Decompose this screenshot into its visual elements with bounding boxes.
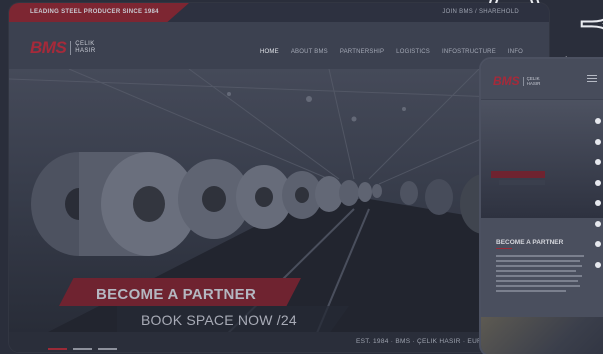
mockup-stage: 03 LEADING STEEL PRODUCER SINCE 1984 JOI…	[0, 0, 603, 354]
logo-mark: BMS	[30, 38, 67, 57]
mobile-section-title: BECOME A PARTNER	[496, 239, 564, 246]
nav-item-logistics[interactable]: LOGISTICS	[396, 49, 430, 55]
mobile-logo[interactable]: BMS ÇELIK HASIR	[493, 74, 540, 88]
pagination-dot[interactable]	[595, 220, 601, 227]
nav-item-home[interactable]: HOME	[260, 49, 279, 55]
desktop-mockup: LEADING STEEL PRODUCER SINCE 1984 JOIN B…	[9, 3, 549, 352]
pagination-dot[interactable]	[595, 200, 601, 206]
nav-item-about[interactable]: ABOUT BMS	[291, 49, 328, 55]
pagination-dot[interactable]	[595, 261, 601, 268]
hero-section: BECOME A PARTNER BOOK SPACE NOW /24	[9, 69, 549, 352]
main-nav: HOME ABOUT BMS PARTNERSHIP LOGISTICS INF…	[260, 49, 523, 55]
pagination-dot[interactable]	[595, 241, 601, 247]
logo-divider	[70, 41, 72, 55]
logo-sub-2: HASIR	[75, 48, 96, 54]
nav-item-partnership[interactable]: PARTNERSHIP	[340, 49, 384, 55]
mobile-logo-mark: BMS	[493, 74, 520, 88]
site-logo[interactable]: BMS ÇELIK HASIR	[30, 38, 96, 58]
mobile-header: BMS ÇELIK HASIR	[481, 59, 603, 99]
mobile-title-underline	[496, 248, 512, 249]
phone-mockup: BMS ÇELIK HASIR BECOME A PARTNER	[479, 57, 603, 354]
mobile-hero-image	[481, 100, 603, 218]
top-tagline: LEADING STEEL PRODUCER SINCE 1984	[30, 9, 159, 15]
mobile-hero-subtag	[499, 180, 545, 185]
pagination-dot[interactable]	[595, 118, 601, 124]
slider-indicator[interactable]	[98, 348, 117, 350]
mobile-logo-divider	[522, 76, 524, 86]
slider-indicator[interactable]	[73, 348, 92, 350]
hero-subtitle-button[interactable]: BOOK SPACE NOW /24	[141, 312, 297, 328]
slider-indicator-active[interactable]	[48, 348, 67, 350]
pagination-dot[interactable]	[595, 179, 601, 186]
navbar: BMS ÇELIK HASIR HOME ABOUT BMS PARTNERSH…	[9, 22, 549, 69]
mobile-logo-subtext: ÇELIK HASIR	[527, 76, 541, 86]
footer-bar: EST. 1984 · BMS · ÇELIK HASIR · EUROPE ·…	[9, 332, 549, 352]
nav-item-info[interactable]: INFO	[508, 49, 523, 55]
logo-sub-1: ÇELIK	[75, 41, 95, 47]
top-bar: LEADING STEEL PRODUCER SINCE 1984 JOIN B…	[9, 3, 549, 22]
logo-subtext: ÇELIK HASIR	[75, 41, 95, 55]
hero-title: BECOME A PARTNER	[96, 286, 257, 303]
nav-item-infostructure[interactable]: INFOSTRUCTURE	[442, 49, 496, 55]
hamburger-menu-icon[interactable]	[587, 75, 597, 84]
pagination-dots	[595, 118, 601, 282]
pagination-dot[interactable]	[595, 159, 601, 165]
mobile-paragraph	[496, 255, 586, 295]
join-link[interactable]: JOIN BMS / SHAREHOLD	[442, 9, 519, 15]
mobile-hero-tag	[491, 171, 545, 178]
pagination-dot[interactable]	[595, 138, 601, 145]
mobile-bottom-image	[481, 317, 603, 354]
mobile-logo-sub-2: HASIR	[526, 81, 541, 86]
